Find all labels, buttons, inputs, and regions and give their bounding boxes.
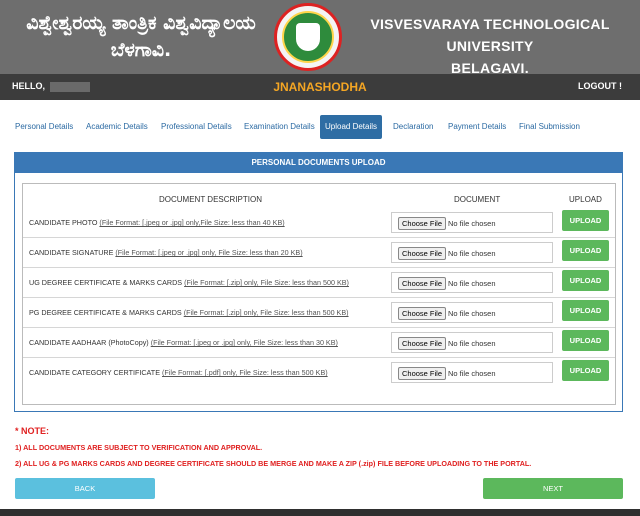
table-row: CANDIDATE PHOTO (File Format: [.jpeg or … — [23, 209, 615, 238]
document-format-hint: (File Format: [.zip] only, File Size: le… — [183, 308, 349, 317]
site-header: ವಿಶ್ವೇಶ್ವರಯ್ಯ ತಾಂತ್ರಿಕ ವಿಶ್ವವಿದ್ಯಾಲಯ ಬೆಳ… — [0, 0, 640, 76]
column-header-description: DOCUMENT DESCRIPTION — [159, 195, 262, 204]
document-format-hint: (File Format: [.jpeg or .jpg] only,File … — [99, 218, 285, 227]
logout-link[interactable]: LOGOUT ! — [578, 81, 622, 91]
file-input[interactable]: Choose File No file chosen — [391, 362, 553, 383]
upload-button[interactable]: UPLOAD — [562, 360, 609, 381]
upload-button[interactable]: UPLOAD — [562, 270, 609, 291]
upload-button[interactable]: UPLOAD — [562, 300, 609, 321]
documents-table: DOCUMENT DESCRIPTION DOCUMENT UPLOAD CAN… — [22, 183, 616, 405]
note-line-1: 1) ALL DOCUMENTS ARE SUBJECT TO VERIFICA… — [15, 443, 263, 452]
file-input[interactable]: Choose File No file chosen — [391, 212, 553, 233]
document-description: CANDIDATE PHOTO (File Format: [.jpeg or … — [29, 218, 285, 227]
choose-file-button[interactable]: Choose File — [398, 337, 447, 350]
file-input[interactable]: Choose File No file chosen — [391, 332, 553, 353]
logo-emblem — [282, 11, 334, 63]
document-description: CANDIDATE AADHAAR (PhotoCopy) (File Form… — [29, 338, 338, 347]
documents-upload-panel: PERSONAL DOCUMENTS UPLOAD DOCUMENT DESCR… — [14, 152, 623, 412]
file-input[interactable]: Choose File No file chosen — [391, 272, 553, 293]
university-title-kannada: ವಿಶ್ವೇಶ್ವರಯ್ಯ ತಾಂತ್ರಿಕ ವಿಶ್ವವಿದ್ಯಾಲಯ ಬೆಳ… — [16, 10, 266, 64]
tab-professional-details[interactable]: Professional Details — [156, 115, 237, 139]
tab-academic-details[interactable]: Academic Details — [81, 115, 153, 139]
document-description: PG DEGREE CERTIFICATE & MARKS CARDS (Fil… — [29, 308, 349, 317]
tab-examination-details[interactable]: Examination Details — [239, 115, 320, 139]
file-status: No file chosen — [448, 219, 496, 228]
table-row: UG DEGREE CERTIFICATE & MARKS CARDS (Fil… — [23, 269, 615, 298]
upload-button[interactable]: UPLOAD — [562, 240, 609, 261]
file-status: No file chosen — [448, 279, 496, 288]
tab-final-submission[interactable]: Final Submission — [514, 115, 585, 139]
upload-button[interactable]: UPLOAD — [562, 330, 609, 351]
document-name: CANDIDATE SIGNATURE — [29, 248, 116, 257]
page-footer — [0, 509, 640, 516]
document-format-hint: (File Format: [.jpeg or .jpg] only, File… — [115, 248, 303, 257]
top-bar: HELLO, JNANASHODHA LOGOUT ! — [0, 74, 640, 100]
tab-declaration[interactable]: Declaration — [388, 115, 438, 139]
document-name: CANDIDATE PHOTO — [29, 218, 100, 227]
document-name: UG DEGREE CERTIFICATE & MARKS CARDS — [29, 278, 185, 287]
choose-file-button[interactable]: Choose File — [398, 367, 447, 380]
upload-button[interactable]: UPLOAD — [562, 210, 609, 231]
university-title-english: VISVESVARAYA TECHNOLOGICAL UNIVERSITY BE… — [350, 13, 630, 79]
step-tabs: Personal Details Academic Details Profes… — [0, 115, 640, 139]
tab-payment-details[interactable]: Payment Details — [443, 115, 511, 139]
tab-upload-details[interactable]: Upload Details — [320, 115, 383, 139]
tab-personal-details[interactable]: Personal Details — [10, 115, 78, 139]
column-header-document: DOCUMENT — [454, 195, 501, 204]
table-row: CANDIDATE SIGNATURE (File Format: [.jpeg… — [23, 239, 615, 268]
kannada-title-line1: ವಿಶ್ವೇಶ್ವರಯ್ಯ ತಾಂತ್ರಿಕ ವಿಶ್ವವಿದ್ಯಾಲಯ — [26, 12, 256, 34]
english-title-line1: VISVESVARAYA TECHNOLOGICAL UNIVERSITY — [370, 16, 610, 54]
file-status: No file chosen — [448, 249, 496, 258]
file-status: No file chosen — [448, 339, 496, 348]
document-name: CANDIDATE CATEGORY CERTIFICATE — [29, 368, 162, 377]
document-format-hint: (File Format: [.pdf] only, File Size: le… — [161, 368, 328, 377]
document-format-hint: (File Format: [.jpeg or .jpg] only, File… — [150, 338, 338, 347]
file-status: No file chosen — [448, 309, 496, 318]
back-button[interactable]: BACK — [15, 478, 155, 499]
table-row: CANDIDATE AADHAAR (PhotoCopy) (File Form… — [23, 329, 615, 358]
table-row: PG DEGREE CERTIFICATE & MARKS CARDS (Fil… — [23, 299, 615, 328]
document-name: PG DEGREE CERTIFICATE & MARKS CARDS — [29, 308, 184, 317]
note-title: * NOTE: — [15, 426, 50, 436]
document-description: CANDIDATE CATEGORY CERTIFICATE (File For… — [29, 368, 328, 377]
kannada-title-line2: ಬೆಳಗಾವಿ. — [110, 39, 172, 61]
file-input[interactable]: Choose File No file chosen — [391, 302, 553, 323]
choose-file-button[interactable]: Choose File — [398, 247, 447, 260]
file-status: No file chosen — [448, 369, 496, 378]
document-format-hint: (File Format: [.zip] only, File Size: le… — [184, 278, 349, 287]
choose-file-button[interactable]: Choose File — [398, 217, 447, 230]
document-name: CANDIDATE AADHAAR (PhotoCopy) — [29, 338, 151, 347]
panel-title: PERSONAL DOCUMENTS UPLOAD — [15, 153, 622, 173]
portal-brand: JNANASHODHA — [273, 80, 367, 94]
choose-file-button[interactable]: Choose File — [398, 307, 447, 320]
file-input[interactable]: Choose File No file chosen — [391, 242, 553, 263]
document-description: UG DEGREE CERTIFICATE & MARKS CARDS (Fil… — [29, 278, 349, 287]
note-line-2: 2) ALL UG & PG MARKS CARDS AND DEGREE CE… — [15, 459, 532, 468]
choose-file-button[interactable]: Choose File — [398, 277, 447, 290]
university-logo — [274, 3, 342, 71]
document-description: CANDIDATE SIGNATURE (File Format: [.jpeg… — [29, 248, 303, 257]
column-header-upload: UPLOAD — [569, 195, 602, 204]
table-row: CANDIDATE CATEGORY CERTIFICATE (File For… — [23, 359, 615, 388]
next-button[interactable]: NEXT — [483, 478, 623, 499]
